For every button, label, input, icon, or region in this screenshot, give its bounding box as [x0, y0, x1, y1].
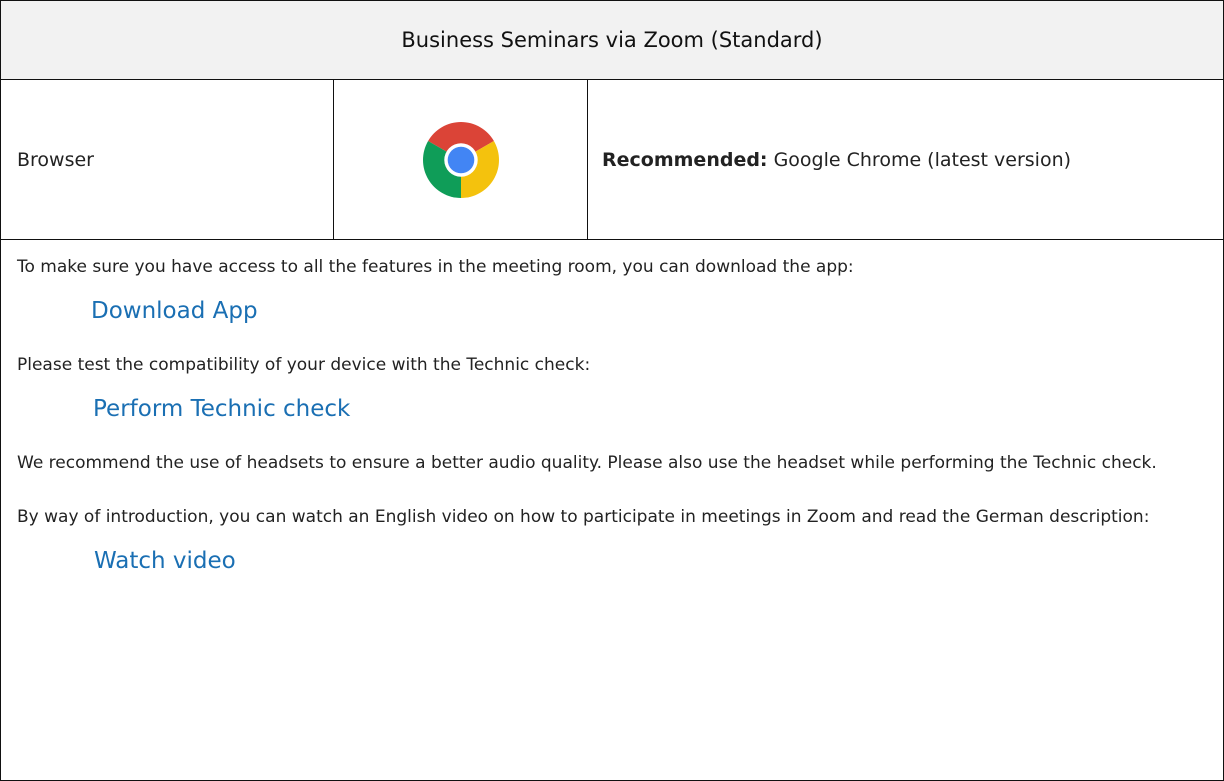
seminar-info-table: Business Seminars via Zoom (Standard) Br…	[0, 0, 1224, 781]
instructions-cell: To make sure you have access to all the …	[0, 239, 1224, 781]
table-header-row: Business Seminars via Zoom (Standard)	[0, 0, 1224, 80]
technic-check-link[interactable]: Perform Technic check	[17, 396, 1207, 422]
intro-check-text: Please test the compatibility of your de…	[17, 355, 591, 375]
browser-label: Browser	[0, 79, 334, 240]
table-title: Business Seminars via Zoom (Standard)	[0, 0, 1224, 80]
video-intro-text: By way of introduction, you can watch an…	[17, 507, 1150, 527]
headset-note-text: We recommend the use of headsets to ensu…	[17, 453, 1157, 473]
content-row: To make sure you have access to all the …	[0, 239, 1224, 781]
recommended-value: Google Chrome (latest version)	[767, 148, 1072, 171]
chrome-icon	[422, 121, 499, 198]
document-page: Business Seminars via Zoom (Standard) Br…	[0, 0, 1224, 781]
intro-app-text: To make sure you have access to all the …	[17, 257, 854, 277]
download-app-link[interactable]: Download App	[17, 298, 1207, 324]
recommended-browser: Recommended: Google Chrome (latest versi…	[587, 79, 1224, 240]
browser-row: Browser Recommended: Google Chrome (late…	[0, 79, 1224, 240]
browser-icon-cell	[333, 79, 588, 240]
watch-video-link[interactable]: Watch video	[17, 548, 1207, 574]
recommended-label: Recommended:	[602, 148, 768, 171]
